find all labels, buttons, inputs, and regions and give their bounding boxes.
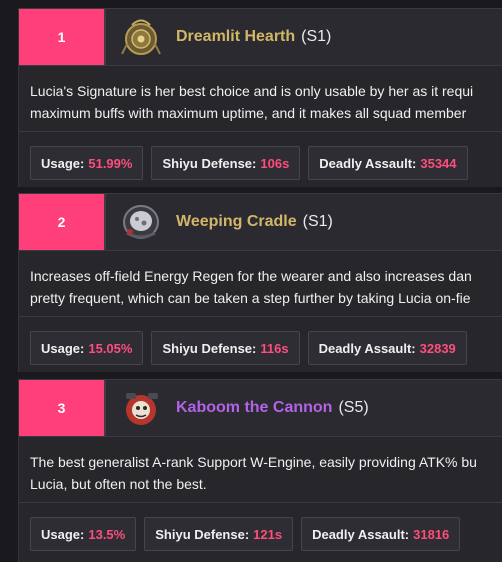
stats-row: Usage: 13.5% Shiyu Defense: 121s Deadly …	[19, 503, 502, 561]
wengine-description: Increases off-field Energy Regen for the…	[19, 251, 502, 317]
stat-value: 106s	[260, 155, 290, 171]
wengine-entry: 1 Dreamlit Hearth (S1) Lucia's Signature…	[18, 8, 502, 187]
stat-value: 13.5%	[88, 526, 126, 542]
stat-label: Deadly Assault:	[312, 526, 410, 542]
stat-label: Shiyu Defense:	[155, 526, 250, 542]
stat-label: Usage:	[41, 340, 85, 356]
usage-stat: Usage: 15.05%	[30, 331, 144, 365]
entry-title-area: Kaboom the Cannon (S5)	[106, 380, 502, 436]
superimpose-level: (S5)	[338, 399, 369, 416]
description-line: pretty frequent, which can be taken a st…	[30, 290, 471, 306]
description-line: maximum buffs with maximum uptime, and i…	[30, 105, 467, 121]
wengine-name[interactable]: Dreamlit Hearth	[176, 28, 295, 46]
stats-row: Usage: 51.99% Shiyu Defense: 106s Deadly…	[19, 132, 502, 190]
stat-label: Usage:	[41, 526, 85, 542]
stats-row: Usage: 15.05% Shiyu Defense: 116s Deadly…	[19, 317, 502, 375]
stat-value: 32839	[419, 340, 456, 356]
deadly-assault-stat: Deadly Assault: 35344	[308, 146, 468, 180]
description-line: Lucia's Signature is her best choice and…	[30, 83, 474, 99]
deadly-assault-stat: Deadly Assault: 32839	[307, 331, 467, 365]
wengine-description: Lucia's Signature is her best choice and…	[19, 66, 502, 132]
description-line: Increases off-field Energy Regen for the…	[30, 268, 472, 284]
cradle-engine-icon[interactable]	[118, 199, 164, 245]
wengine-entry: 2 Weeping Cradle (S1) Increases off-fiel…	[18, 193, 502, 372]
stat-value: 121s	[253, 526, 283, 542]
cannon-engine-icon[interactable]	[118, 385, 164, 431]
wengine-list: 1 Dreamlit Hearth (S1) Lucia's Signature…	[0, 0, 502, 562]
stat-label: Shiyu Defense:	[162, 155, 257, 171]
stat-label: Usage:	[41, 155, 85, 171]
wengine-name[interactable]: Kaboom the Cannon	[176, 399, 332, 417]
superimpose-level: (S1)	[302, 213, 333, 230]
entry-header: 1 Dreamlit Hearth (S1)	[19, 9, 502, 66]
entry-header: 3 Kaboom the Cannon (S5)	[19, 380, 502, 437]
shiyu-defense-stat: Shiyu Defense: 116s	[151, 331, 300, 365]
stat-label: Deadly Assault:	[318, 340, 416, 356]
usage-stat: Usage: 51.99%	[30, 146, 144, 180]
entry-title-area: Weeping Cradle (S1)	[106, 194, 502, 250]
rank-badge: 1	[19, 9, 104, 65]
usage-stat: Usage: 13.5%	[30, 517, 137, 551]
superimpose-level: (S1)	[301, 28, 332, 45]
stat-value: 51.99%	[88, 155, 133, 171]
rank-badge: 3	[19, 380, 104, 436]
wengine-name[interactable]: Weeping Cradle	[176, 213, 297, 231]
stat-label: Shiyu Defense:	[162, 340, 257, 356]
wengine-entry: 3 Kaboom the Cannon (S5) The best genera…	[18, 379, 502, 562]
shiyu-defense-stat: Shiyu Defense: 121s	[144, 517, 294, 551]
stat-value: 15.05%	[88, 340, 133, 356]
rank-badge: 2	[19, 194, 104, 250]
stat-value: 31816	[413, 526, 450, 542]
entry-title-area: Dreamlit Hearth (S1)	[106, 9, 502, 65]
stat-label: Deadly Assault:	[319, 155, 417, 171]
deadly-assault-stat: Deadly Assault: 31816	[301, 517, 461, 551]
stat-value: 116s	[260, 340, 289, 356]
shiyu-defense-stat: Shiyu Defense: 106s	[151, 146, 301, 180]
hearth-engine-icon[interactable]	[118, 14, 164, 60]
stat-value: 35344	[420, 155, 457, 171]
description-line: Lucia, but often not the best.	[30, 476, 207, 492]
description-line: The best generalist A-rank Support W-Eng…	[30, 454, 477, 470]
entry-header: 2 Weeping Cradle (S1)	[19, 194, 502, 251]
wengine-description: The best generalist A-rank Support W-Eng…	[19, 437, 502, 503]
